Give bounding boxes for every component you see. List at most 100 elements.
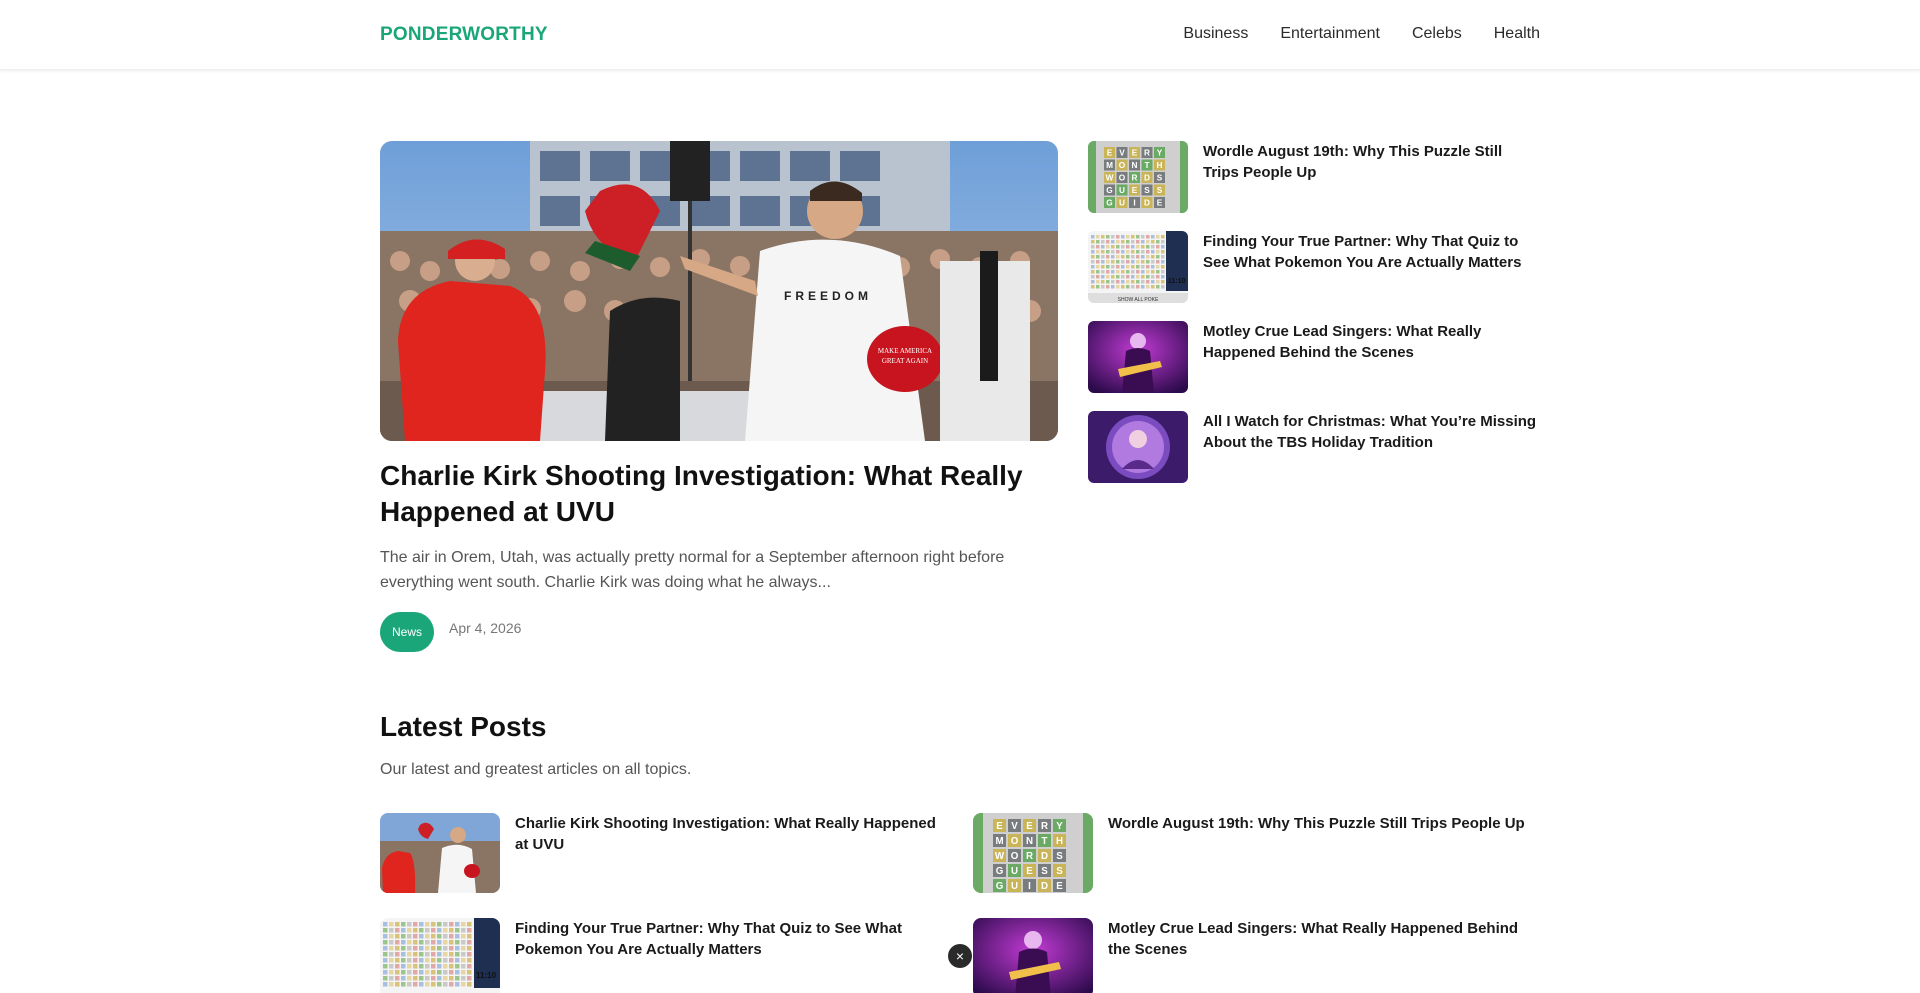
nav-item-celebs[interactable]: Celebs — [1412, 25, 1462, 43]
quiz-cell — [431, 934, 436, 939]
quiz-cell — [419, 928, 424, 933]
quiz-cell — [1161, 250, 1165, 254]
quiz-cell — [1106, 255, 1110, 259]
quiz-cell — [1141, 235, 1145, 239]
quiz-cell — [443, 982, 448, 987]
latest-post-item[interactable]: Charlie Kirk Shooting Investigation: Wha… — [380, 813, 940, 893]
wordle-tile-letter: O — [1119, 161, 1126, 170]
quiz-cell — [1106, 260, 1110, 264]
quiz-cell — [467, 970, 472, 975]
sidebar-item-pokemon-quiz[interactable]: 11:10 SHOW ALL POKE Finding Your True Pa… — [1088, 231, 1540, 303]
quiz-cell — [1116, 250, 1120, 254]
hero-image[interactable]: FREEDOM MAKE AMERICA GREAT AGAIN — [380, 141, 1058, 441]
quiz-cell — [1146, 240, 1150, 244]
quiz-cell — [1136, 260, 1140, 264]
sidebar-item-motley-crue[interactable]: Motley Crue Lead Singers: What Really Ha… — [1088, 321, 1540, 393]
latest-post-item[interactable]: EVERYMONTHWORDSGUESSGUIDE Wordle August … — [973, 813, 1533, 893]
nav-item-entertainment[interactable]: Entertainment — [1280, 25, 1380, 43]
sidebar-item-christmas[interactable]: All I Watch for Christmas: What You’re M… — [1088, 411, 1540, 483]
quiz-cell — [1121, 270, 1125, 274]
wordle-tile-letter: W — [1106, 174, 1114, 183]
quiz-cell — [1136, 270, 1140, 274]
quiz-cell — [1091, 260, 1095, 264]
quiz-cell — [1091, 280, 1095, 284]
latest-post-title: Motley Crue Lead Singers: What Really Ha… — [1108, 920, 1519, 958]
quiz-cell — [1101, 280, 1105, 284]
quiz-cell — [1126, 250, 1130, 254]
quiz-cell — [449, 976, 454, 981]
wordle-tile-letter: E — [1026, 866, 1033, 877]
quiz-cell — [1151, 255, 1155, 259]
quiz-cell — [383, 952, 388, 957]
quiz-cell — [1106, 275, 1110, 279]
quiz-cell — [449, 934, 454, 939]
quiz-cell — [443, 940, 448, 945]
quiz-cell — [431, 970, 436, 975]
close-button[interactable]: × — [948, 944, 972, 968]
quiz-cell — [383, 976, 388, 981]
sidebar-item-wordle[interactable]: EVERYMONTHWORDSGUESSGUIDE Wordle August … — [1088, 141, 1540, 213]
quiz-cell — [401, 964, 406, 969]
quiz-cell — [1161, 280, 1165, 284]
quiz-cell — [461, 928, 466, 933]
quiz-cell — [419, 946, 424, 951]
quiz-cell — [395, 976, 400, 981]
wordle-tile-letter: S — [1157, 174, 1163, 183]
quiz-cell — [443, 934, 448, 939]
quiz-cell — [1151, 245, 1155, 249]
quiz-cell — [1096, 245, 1100, 249]
quiz-cell — [1161, 285, 1165, 289]
quiz-cell — [401, 940, 406, 945]
latest-post-item[interactable]: Motley Crue Lead Singers: What Really Ha… — [973, 918, 1533, 993]
sidebar-item-title: All I Watch for Christmas: What You’re M… — [1203, 413, 1537, 451]
quiz-cell — [1101, 270, 1105, 274]
quiz-cell — [1141, 270, 1145, 274]
quiz-cell — [1146, 280, 1150, 284]
wordle-tile-letter: S — [1056, 866, 1063, 877]
quiz-cell — [1151, 285, 1155, 289]
quiz-cell — [467, 940, 472, 945]
quiz-cell — [437, 952, 442, 957]
latest-post-item[interactable]: 11:10 Finding Your True Partner: Why Tha… — [380, 918, 940, 993]
quiz-cell — [455, 928, 460, 933]
quiz-cell — [461, 964, 466, 969]
wordle-tile-letter: U — [1119, 199, 1125, 208]
quiz-cell — [1151, 265, 1155, 269]
quiz-cell — [1156, 270, 1160, 274]
quiz-cell — [389, 934, 394, 939]
quiz-cell — [389, 940, 394, 945]
quiz-cell — [389, 946, 394, 951]
quiz-cell — [461, 982, 466, 987]
quiz-cell — [467, 982, 472, 987]
quiz-cell — [395, 964, 400, 969]
wordle-tile-letter: T — [1144, 161, 1149, 170]
quiz-cell — [413, 982, 418, 987]
rally-photo-icon: FREEDOM MAKE AMERICA GREAT AGAIN — [380, 141, 1058, 441]
quiz-cell — [449, 940, 454, 945]
quiz-cell — [407, 976, 412, 981]
quiz-cell — [1141, 245, 1145, 249]
hero-title[interactable]: Charlie Kirk Shooting Investigation: Wha… — [380, 458, 1060, 530]
quiz-cell — [1146, 255, 1150, 259]
quiz-cell — [1126, 260, 1130, 264]
nav-item-business[interactable]: Business — [1183, 25, 1248, 43]
quiz-cell — [1151, 280, 1155, 284]
wordle-tile-letter: O — [1011, 851, 1019, 862]
quiz-cell — [1096, 250, 1100, 254]
wordle-tile-letter: I — [1028, 881, 1031, 892]
thumb-footer-text: SHOW ALL POKE — [1118, 297, 1159, 303]
post-date: Apr 4, 2026 — [449, 620, 522, 636]
quiz-cell — [1151, 240, 1155, 244]
quiz-cell — [1151, 250, 1155, 254]
quiz-cell — [1156, 285, 1160, 289]
quiz-cell — [395, 958, 400, 963]
wordle-tile-letter: H — [1157, 161, 1163, 170]
wordle-tile-letter: U — [1011, 881, 1018, 892]
category-badge[interactable]: News — [380, 612, 434, 652]
nav-item-health[interactable]: Health — [1494, 25, 1540, 43]
quiz-cell — [437, 964, 442, 969]
site-logo[interactable]: PONDERWORTHY — [380, 24, 548, 46]
quiz-cell — [383, 958, 388, 963]
quiz-cell — [1091, 285, 1095, 289]
quiz-cell — [1156, 260, 1160, 264]
